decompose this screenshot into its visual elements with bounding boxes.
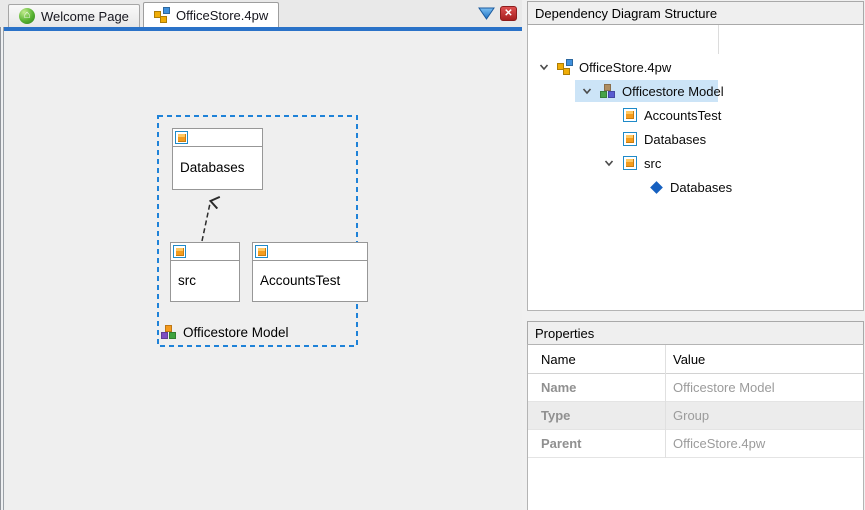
property-name: Type — [541, 408, 571, 423]
cubes-icon — [600, 83, 616, 99]
module-cube-icon — [175, 131, 188, 144]
diagram-icon — [557, 59, 573, 75]
chevron-down-icon[interactable] — [601, 155, 617, 171]
tree-item-label: OfficeStore.4pw — [579, 59, 672, 75]
node-label: src — [178, 273, 196, 288]
column-header-value: Value — [673, 351, 706, 367]
node-label: Databases — [180, 160, 245, 175]
properties-panel-title: Properties — [535, 325, 595, 341]
group-label-text: Officestore Model — [183, 324, 289, 340]
chevron-down-icon[interactable] — [536, 59, 552, 75]
tab-bar: ⌂ Welcome Page OfficeStore.4pw ✕ — [0, 0, 522, 27]
node-src[interactable]: src — [170, 242, 240, 302]
tab-label: Welcome Page — [41, 8, 129, 24]
tree-column-divider — [718, 25, 719, 54]
group-label[interactable]: Officestore Model — [161, 324, 289, 340]
pane-left-border — [0, 27, 4, 510]
tree-item-databases[interactable]: Databases — [528, 127, 862, 151]
close-tab-icon[interactable]: ✕ — [500, 6, 517, 21]
module-cube-icon — [255, 245, 268, 258]
property-value[interactable]: OfficeStore.4pw — [665, 436, 765, 451]
node-header — [253, 243, 367, 261]
module-cube-icon — [622, 107, 638, 123]
dependency-arrow-src-to-databases[interactable] — [201, 201, 211, 242]
property-value[interactable]: Group — [665, 408, 709, 423]
properties-panel-header: Properties — [527, 321, 864, 345]
column-header-name: Name — [541, 351, 576, 367]
module-cube-icon — [173, 245, 186, 258]
properties-header-row: Name Value — [528, 345, 863, 374]
properties-column-divider — [665, 345, 666, 458]
tab-controls: ✕ — [478, 0, 517, 27]
tree-item-label: src — [644, 155, 662, 171]
property-row-type[interactable]: Type Group — [528, 402, 863, 430]
node-header — [173, 129, 262, 147]
tree-item-src[interactable]: src — [528, 151, 862, 175]
module-cube-icon — [622, 131, 638, 147]
property-value[interactable]: Officestore Model — [665, 380, 775, 395]
property-row-name[interactable]: Name Officestore Model — [528, 374, 863, 402]
node-accountstest[interactable]: AccountsTest — [252, 242, 368, 302]
property-row-parent[interactable]: Parent OfficeStore.4pw — [528, 430, 863, 458]
node-databases[interactable]: Databases — [172, 128, 263, 190]
tree-item-label: Officestore Model — [622, 83, 724, 99]
node-label: AccountsTest — [260, 273, 341, 288]
properties-table: Name Value Name Officestore Model Type G… — [527, 344, 864, 510]
property-name: Name — [541, 380, 577, 395]
chevron-down-icon[interactable] — [579, 83, 595, 99]
tab-welcome-page[interactable]: ⌂ Welcome Page — [8, 4, 140, 27]
cubes-icon — [161, 324, 177, 340]
home-icon: ⌂ — [19, 8, 35, 24]
tree-item-label: Databases — [670, 179, 733, 195]
tree-item-label: AccountsTest — [644, 107, 722, 123]
property-name: Parent — [541, 436, 582, 451]
tab-label: OfficeStore.4pw — [176, 7, 269, 23]
diagram-icon — [154, 7, 170, 23]
tab-list-dropdown-icon[interactable] — [478, 7, 495, 20]
side-panels: Dependency Diagram Structure OfficeStore… — [527, 0, 865, 510]
structure-panel-header: Dependency Diagram Structure — [527, 1, 864, 25]
tree-item-accountstest[interactable]: AccountsTest — [528, 103, 862, 127]
dependency-diamond-icon — [648, 179, 664, 195]
tree-item-officestore-model[interactable]: Officestore Model — [528, 79, 862, 103]
tree-item-label: Databases — [644, 131, 707, 147]
tree-item-officestore-4pw[interactable]: OfficeStore.4pw — [528, 55, 862, 79]
diagram-canvas[interactable]: Databases src AccountsTest Officestore M… — [0, 31, 522, 510]
dependency-structure-tree[interactable]: OfficeStore.4pw Officestore Model Accoun… — [527, 25, 864, 311]
tree-item-src-databases[interactable]: Databases — [528, 175, 862, 199]
module-cube-icon — [622, 155, 638, 171]
structure-panel-title: Dependency Diagram Structure — [535, 5, 718, 21]
editor-pane: ⌂ Welcome Page OfficeStore.4pw ✕ Databas… — [0, 0, 522, 510]
node-header — [171, 243, 239, 261]
tab-officestore-4pw[interactable]: OfficeStore.4pw — [143, 2, 280, 27]
